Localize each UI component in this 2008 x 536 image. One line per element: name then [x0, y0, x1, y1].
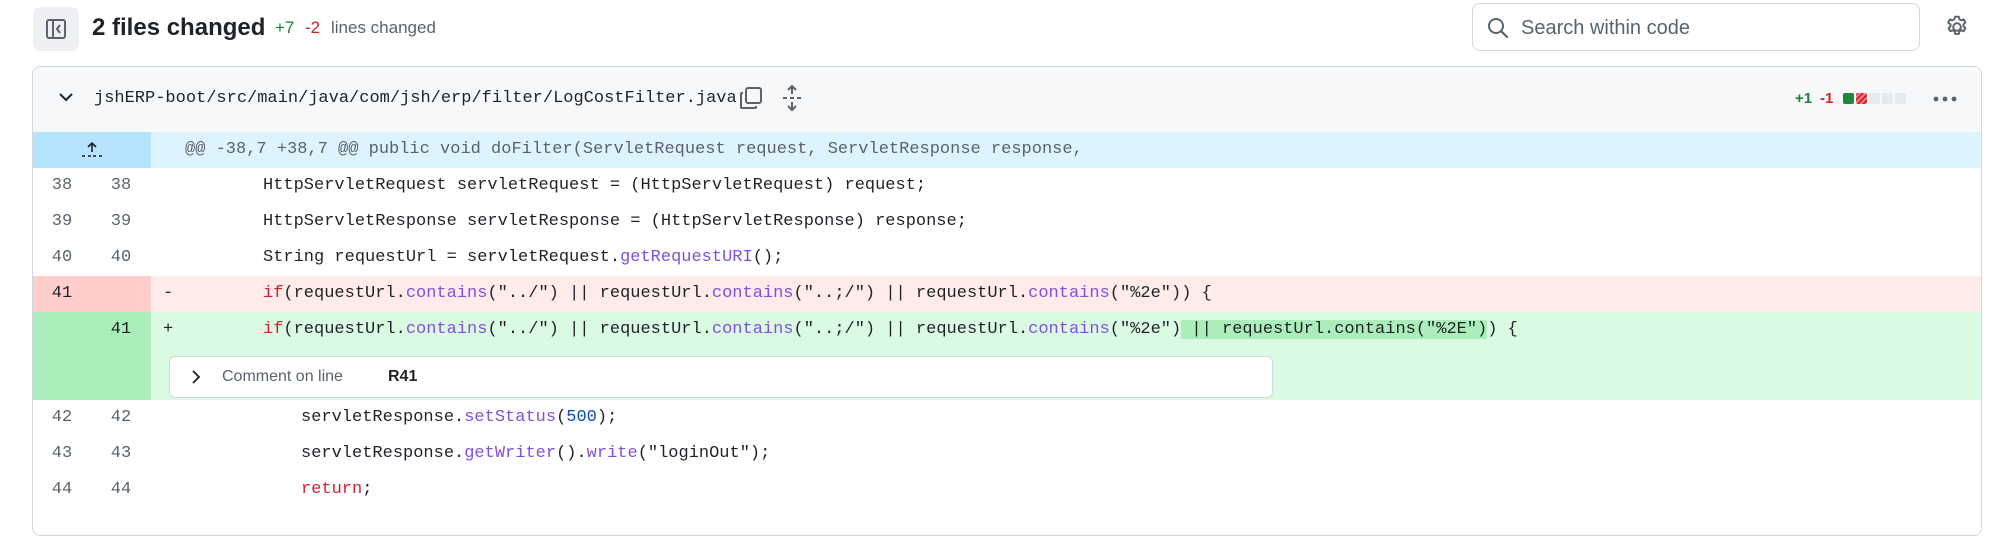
- files-changed-title: 2 files changed: [92, 14, 266, 41]
- new-line-number[interactable]: 38: [91, 168, 151, 204]
- code-text: HttpServletRequest servletRequest = (Htt…: [263, 176, 927, 195]
- new-line-number[interactable]: 39: [91, 204, 151, 240]
- code-text: HttpServletResponse servletResponse = (H…: [263, 212, 967, 231]
- code-text: if(requestUrl.contains("../") || request…: [263, 320, 1518, 339]
- file-additions: +1: [1795, 90, 1813, 107]
- code-line: 43 43 servletResponse.getWriter().write(…: [33, 436, 1981, 472]
- chevron-down-icon[interactable]: [56, 87, 76, 107]
- diffstat-block-neutral: [1882, 93, 1893, 104]
- code-text: String requestUrl = servletRequest.getRe…: [263, 248, 784, 267]
- diffstat-block-neutral: [1869, 93, 1880, 104]
- file-diff: jshERP-boot/src/main/java/com/jsh/erp/fi…: [32, 66, 1982, 536]
- expand-all-icon[interactable]: [780, 84, 804, 112]
- chevron-right-icon: [192, 370, 201, 384]
- code-text: return;: [301, 480, 373, 499]
- addition-marker: +: [163, 320, 174, 339]
- new-line-number[interactable]: 43: [91, 436, 151, 472]
- search-icon: [1488, 18, 1509, 39]
- old-line-number[interactable]: 39: [33, 204, 91, 240]
- new-line-number[interactable]: 44: [91, 472, 151, 508]
- diffstat-block-neutral: [1895, 93, 1906, 104]
- added-line: 41 + if(requestUrl.contains("../") || re…: [33, 312, 1981, 400]
- kebab-menu-icon[interactable]: [1931, 85, 1959, 113]
- file-header: jshERP-boot/src/main/java/com/jsh/erp/fi…: [33, 67, 1981, 133]
- comment-label: Comment on line: [222, 368, 343, 385]
- file-path[interactable]: jshERP-boot/src/main/java/com/jsh/erp/fi…: [94, 89, 737, 108]
- diffstat-block-deleted: [1856, 93, 1867, 104]
- old-line-number[interactable]: 44: [33, 472, 91, 508]
- code-line: 39 39 HttpServletResponse servletRespons…: [33, 204, 1981, 240]
- code-line: 42 42 servletResponse.setStatus(500);: [33, 400, 1981, 436]
- added-highlight: || requestUrl.contains("%2E"): [1181, 320, 1488, 339]
- lines-changed-label: lines changed: [331, 18, 436, 37]
- diff-toolbar: 2 files changed +7 -2 lines changed: [0, 0, 2008, 60]
- old-line-number[interactable]: 43: [33, 436, 91, 472]
- diffstat-block-added: [1843, 93, 1854, 104]
- comment-thread-toggle[interactable]: Comment on line R41: [169, 356, 1273, 398]
- deleted-line: 41 - if(requestUrl.contains("../") || re…: [33, 276, 1981, 312]
- total-deletions: -2: [305, 18, 321, 37]
- sidebar-collapse-icon: [46, 19, 66, 39]
- toggle-file-tree-button[interactable]: [33, 7, 79, 51]
- old-line-number[interactable]: 40: [33, 240, 91, 276]
- old-line-number[interactable]: 38: [33, 168, 91, 204]
- diff-table: @@ -38,7 +38,7 @@ public void doFilter(S…: [33, 132, 1981, 508]
- copy-icon[interactable]: [738, 85, 764, 111]
- code-text: servletResponse.getWriter().write("login…: [301, 444, 771, 463]
- old-line-number[interactable]: 41: [33, 276, 91, 312]
- file-deletions: -1: [1820, 90, 1834, 107]
- gear-icon[interactable]: [1944, 14, 1970, 40]
- search-input[interactable]: [1519, 12, 1913, 44]
- diffstat-bar: [1843, 93, 1906, 104]
- new-line-number[interactable]: 42: [91, 400, 151, 436]
- new-line-number[interactable]: 40: [91, 240, 151, 276]
- code-search[interactable]: [1472, 3, 1920, 51]
- code-text: if(requestUrl.contains("../") || request…: [263, 284, 1212, 303]
- code-line: 40 40 String requestUrl = servletRequest…: [33, 240, 1981, 276]
- code-line: 44 44 return;: [33, 472, 1981, 508]
- hunk-header: @@ -38,7 +38,7 @@ public void doFilter(S…: [185, 140, 1083, 159]
- comment-line-ref: R41: [388, 368, 418, 385]
- expand-up-icon: [82, 141, 102, 157]
- code-line: 38 38 HttpServletRequest servletRequest …: [33, 168, 1981, 204]
- code-text: servletResponse.setStatus(500);: [301, 408, 618, 427]
- expand-up-button[interactable]: [33, 132, 151, 168]
- deletion-marker: -: [163, 284, 174, 303]
- total-additions: +7: [275, 18, 295, 37]
- old-line-number[interactable]: 42: [33, 400, 91, 436]
- new-line-number[interactable]: 41: [91, 312, 151, 348]
- hunk-header-row: @@ -38,7 +38,7 @@ public void doFilter(S…: [33, 132, 1981, 168]
